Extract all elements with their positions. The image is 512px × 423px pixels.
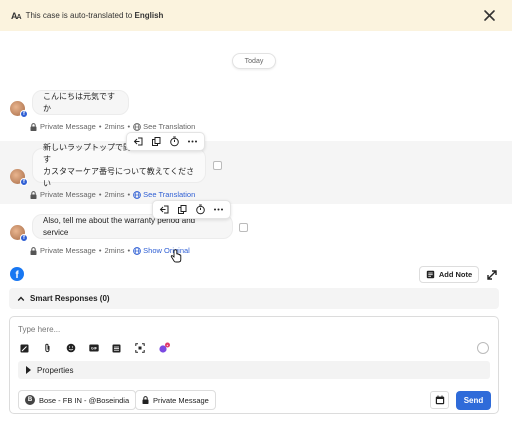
- smart-responses-label: Smart Responses (0): [30, 294, 110, 303]
- facebook-badge-icon: f: [20, 178, 28, 186]
- send-button[interactable]: Send: [456, 391, 491, 410]
- scan-icon[interactable]: [135, 342, 158, 354]
- reply-icon[interactable]: [157, 202, 172, 217]
- lock-icon: [142, 396, 149, 404]
- account-label: Bose - FB IN - @Boseindia: [39, 395, 130, 405]
- reply-composer: GIF ✦ Properties B Bose - FB IN - @Bosei…: [9, 316, 499, 414]
- banner-text: This case is auto-translated to: [25, 11, 135, 20]
- translate-icon: AA: [11, 10, 22, 21]
- meta-separator: •: [127, 190, 131, 199]
- message-bubble: 新しいラップトップで問題に直面しています カスタマーケア番号について教えてくださ…: [32, 143, 206, 188]
- svg-text:GIF: GIF: [91, 347, 98, 351]
- globe-icon: [133, 190, 142, 199]
- smart-responses-toggle[interactable]: Smart Responses (0): [9, 288, 499, 309]
- facebook-icon: f: [10, 267, 24, 281]
- date-divider: Today: [232, 53, 276, 69]
- message-time: 2mins: [104, 122, 125, 131]
- copy-icon[interactable]: [175, 202, 190, 217]
- chevron-up-icon: [17, 296, 25, 301]
- globe-icon: [133, 122, 142, 131]
- expand-icon: [486, 269, 497, 280]
- signature-icon[interactable]: [20, 342, 43, 354]
- see-translation-link[interactable]: See Translation: [143, 190, 195, 199]
- select-checkbox[interactable]: [239, 223, 248, 232]
- banner-language: English: [134, 11, 164, 20]
- message-text-line: カスタマーケア番号について教えてください: [43, 166, 195, 188]
- reply-icon[interactable]: [131, 134, 146, 149]
- message-actions-toolbar: [126, 132, 205, 151]
- calendar-icon: [435, 395, 444, 405]
- meta-separator: •: [98, 122, 102, 131]
- avatar: f: [10, 169, 28, 186]
- message-time: 2mins: [104, 246, 125, 255]
- lock-icon: [30, 246, 37, 255]
- message-bubble: こんにちは元気ですか: [32, 90, 129, 115]
- note-icon: [426, 270, 435, 279]
- add-note-label: Add Note: [438, 270, 473, 279]
- meta-separator: •: [98, 246, 102, 255]
- schedule-button[interactable]: [430, 391, 449, 409]
- facebook-badge-icon: f: [20, 234, 28, 242]
- message-type: Private Message: [40, 122, 96, 131]
- add-note-button[interactable]: Add Note: [419, 266, 479, 283]
- meta-separator: •: [98, 190, 102, 199]
- close-icon[interactable]: [483, 9, 496, 22]
- avatar: f: [10, 101, 28, 118]
- caret-right-icon: [26, 366, 31, 374]
- message-type: Private Message: [40, 190, 96, 199]
- lock-icon: [30, 122, 37, 131]
- facebook-badge-icon: f: [20, 110, 28, 118]
- message-time: 2mins: [104, 190, 125, 199]
- account-selector[interactable]: B Bose - FB IN - @Boseindia: [18, 390, 137, 410]
- message-text: こんにちは元気ですか: [43, 91, 115, 113]
- message-type-selector[interactable]: Private Message: [135, 390, 216, 410]
- properties-label: Properties: [37, 365, 74, 375]
- ai-assist-icon[interactable]: ✦: [158, 342, 181, 354]
- message-type: Private Message: [40, 246, 96, 255]
- timer-icon[interactable]: [193, 202, 208, 217]
- emoji-icon[interactable]: [66, 342, 89, 354]
- translation-banner: AA This case is auto-translated to Engli…: [0, 0, 512, 31]
- meta-separator: •: [127, 246, 131, 255]
- message-meta: Private Message • 2mins • See Translatio…: [30, 190, 195, 199]
- attachment-icon[interactable]: [43, 342, 66, 354]
- gif-icon[interactable]: GIF: [89, 342, 112, 354]
- properties-toggle[interactable]: Properties: [18, 361, 490, 379]
- svg-text:✦: ✦: [166, 343, 169, 347]
- meta-separator: •: [127, 122, 131, 131]
- banner-message: This case is auto-translated to English: [26, 11, 164, 20]
- reply-input[interactable]: [18, 322, 478, 336]
- see-translation-link[interactable]: See Translation: [143, 122, 195, 131]
- message-meta: Private Message • 2mins • See Translatio…: [30, 122, 195, 131]
- more-options-icon[interactable]: [211, 202, 226, 217]
- expand-composer-button[interactable]: [484, 266, 499, 283]
- canned-response-icon[interactable]: [112, 342, 135, 354]
- hand-cursor-icon: [170, 249, 182, 263]
- select-checkbox[interactable]: [213, 161, 222, 170]
- globe-icon: [133, 246, 142, 255]
- message-actions-toolbar: [152, 200, 231, 219]
- show-original-link[interactable]: Show Original: [143, 246, 190, 255]
- message-type-label: Private Message: [153, 395, 209, 405]
- timer-icon[interactable]: [167, 134, 182, 149]
- more-options-icon[interactable]: [185, 134, 200, 149]
- lock-icon: [30, 190, 37, 199]
- avatar: f: [10, 225, 28, 242]
- account-avatar-icon: B: [25, 395, 35, 405]
- message-meta: Private Message • 2mins • Show Original: [30, 246, 190, 255]
- status-circle-toggle[interactable]: [477, 342, 489, 354]
- copy-icon[interactable]: [149, 134, 164, 149]
- composer-toolbar: GIF ✦: [20, 342, 181, 354]
